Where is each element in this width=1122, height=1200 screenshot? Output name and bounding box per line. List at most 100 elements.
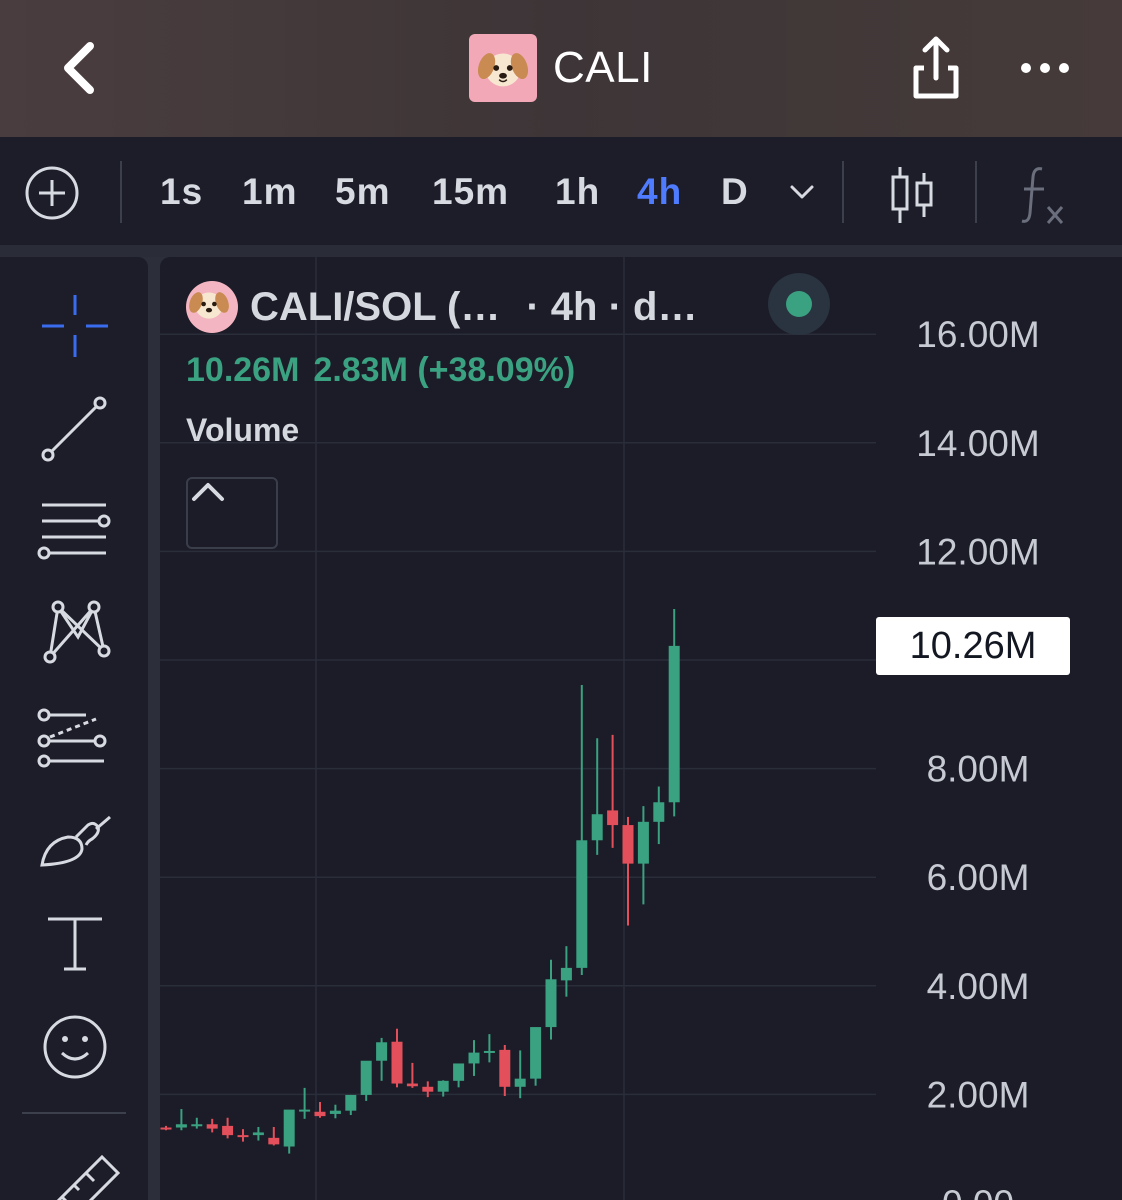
interval-toolbar: 1s 1m 5m 15m 1h 4h D: [0, 137, 1122, 245]
candle-body: [468, 1052, 480, 1064]
symbol-meta: · 4h · d…: [526, 284, 698, 329]
interval-15m[interactable]: 15m: [432, 167, 509, 217]
interval-d[interactable]: D: [721, 167, 749, 217]
prediction-icon: [37, 708, 107, 768]
candle-body: [175, 1124, 187, 1128]
app-header: CALI: [0, 0, 1122, 137]
candle-body: [191, 1124, 203, 1127]
status-dot: [786, 291, 812, 317]
candle-body: [560, 967, 572, 981]
candle-body: [329, 1110, 341, 1114]
candle-body: [345, 1094, 357, 1111]
chart-panel[interactable]: 16.00M 14.00M 12.00M 8.00M 6.00M 4.00M 2.00M 0.…: [160, 257, 1122, 1200]
token-title: CALI: [469, 34, 653, 102]
emoji-icon: [43, 1015, 107, 1079]
interval-1s[interactable]: 1s: [160, 167, 203, 217]
ellipsis-icon: [1021, 63, 1069, 73]
candle-body: [653, 802, 665, 822]
candle-body: [268, 1137, 280, 1145]
chart-type-button[interactable]: [888, 163, 936, 227]
candle-body: [607, 810, 619, 826]
toolbar-divider: [120, 161, 122, 223]
prediction-tool[interactable]: [28, 697, 122, 777]
candle-body: [360, 1060, 372, 1095]
toolbar-divider: [842, 161, 844, 223]
candle-body: [668, 645, 680, 803]
interval-5m[interactable]: 5m: [335, 167, 390, 217]
market-status-indicator[interactable]: [768, 273, 830, 335]
text-tool-icon: [48, 917, 102, 971]
chevron-down-icon: [790, 185, 814, 199]
chevron-left-icon: [64, 42, 94, 94]
panel-gap: [0, 245, 1122, 257]
candle-body: [483, 1050, 495, 1053]
current-price-label: 10.26M: [876, 617, 1070, 675]
y-tick-label: 16.00M: [916, 314, 1039, 355]
candle-body: [545, 979, 557, 1028]
more-options-button[interactable]: [1016, 50, 1076, 86]
interval-1m[interactable]: 1m: [242, 167, 297, 217]
tools-divider: [22, 1112, 126, 1114]
indicators-fx-button[interactable]: [1018, 161, 1070, 229]
indicator-label[interactable]: Volume: [186, 412, 697, 449]
puppy-avatar-icon: [186, 281, 238, 333]
interval-4h[interactable]: 4h: [637, 167, 682, 217]
chart-legend: CALI/SOL (… · 4h · d… 10.26M 2.83M (+38.0…: [186, 273, 830, 449]
trendline-tool[interactable]: [28, 389, 122, 469]
pattern-icon: [43, 600, 111, 664]
toolbar-divider: [975, 161, 977, 223]
candle-body: [206, 1124, 218, 1129]
candle-body: [437, 1080, 449, 1092]
y-tick-label: 6.00M: [927, 857, 1030, 898]
candle-body: [622, 825, 634, 864]
trendline-icon: [41, 396, 107, 462]
horizontal-lines-tool[interactable]: [28, 491, 122, 571]
drawing-tools-panel: [0, 257, 148, 1200]
horizontal-lines-icon: [37, 503, 111, 560]
brush-icon: [40, 815, 111, 867]
candle-body: [237, 1135, 249, 1138]
add-indicator-button[interactable]: [24, 165, 80, 221]
ruler-icon: [56, 1154, 121, 1200]
ruler-tool[interactable]: [28, 1137, 122, 1200]
y-tick-label: 2.00M: [927, 1074, 1030, 1115]
share-icon: [913, 36, 959, 99]
candle-body: [576, 840, 588, 968]
candle-body: [499, 1049, 511, 1087]
share-button[interactable]: [906, 34, 966, 102]
candle-body: [314, 1111, 326, 1117]
collapse-legend-button[interactable]: [186, 477, 278, 549]
y-tick-label: 0.00: [942, 1183, 1014, 1200]
brush-tool[interactable]: [28, 801, 122, 881]
interval-dropdown[interactable]: [786, 177, 818, 207]
plus-circle-icon: [25, 166, 79, 220]
y-tick-label: 14.00M: [916, 423, 1039, 464]
legend-values: 10.26M 2.83M (+38.09%): [186, 351, 697, 390]
candle-body: [453, 1063, 465, 1081]
symbol-name[interactable]: CALI/SOL (…: [250, 285, 500, 330]
page-title: CALI: [553, 43, 653, 92]
candle-body: [283, 1109, 295, 1147]
candle-body: [222, 1125, 234, 1136]
candle-body: [252, 1132, 264, 1136]
candlestick-icon: [891, 167, 933, 223]
candle-body: [514, 1078, 526, 1087]
text-tool[interactable]: [28, 905, 122, 985]
candle-body: [376, 1042, 388, 1061]
candle-body: [422, 1086, 434, 1092]
candle-body: [391, 1041, 403, 1084]
candle-body: [591, 814, 603, 841]
chevron-up-icon: [192, 483, 224, 501]
candle-body: [637, 821, 649, 864]
price-change: 2.83M (+38.09%): [313, 351, 576, 389]
interval-1h[interactable]: 1h: [555, 167, 600, 217]
candle-body: [406, 1083, 418, 1087]
candle-body: [299, 1109, 311, 1112]
pattern-tool[interactable]: [28, 593, 122, 673]
crosshair-tool[interactable]: [28, 285, 122, 365]
emoji-tool[interactable]: [28, 1007, 122, 1087]
last-value: 10.26M: [186, 351, 300, 389]
y-tick-label: 4.00M: [927, 966, 1030, 1007]
back-button[interactable]: [54, 40, 110, 96]
y-tick-label: 12.00M: [916, 531, 1039, 572]
